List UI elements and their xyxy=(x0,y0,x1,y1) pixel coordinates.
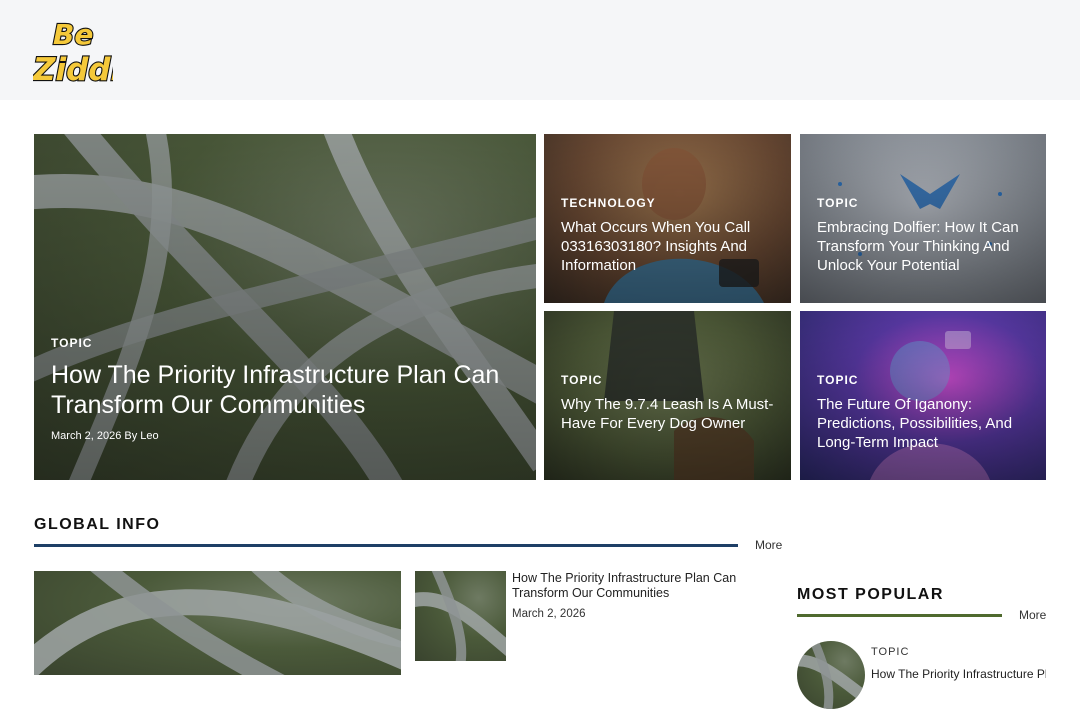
logo-line-1: Be xyxy=(53,18,93,51)
global-list-title[interactable]: How The Priority Infrastructure Plan Can… xyxy=(512,571,752,601)
most-popular-more-link[interactable]: More xyxy=(1019,608,1046,622)
most-popular-rule xyxy=(797,614,1002,617)
site-logo[interactable]: Be Ziddi xyxy=(31,14,123,89)
grid-title-4[interactable]: The Future Of Iganony: Predictions, Poss… xyxy=(817,395,1032,452)
grid-category-3[interactable]: TOPIC xyxy=(561,373,777,387)
popular-item-title[interactable]: How The Priority Infrastructure Plan Can… xyxy=(871,667,1046,681)
most-popular-heading: MOST POPULAR xyxy=(797,586,944,603)
hero-card[interactable]: TOPIC How The Priority Infrastructure Pl… xyxy=(34,134,536,480)
grid-category-2[interactable]: TOPIC xyxy=(817,196,1032,210)
site-header: Be Ziddi xyxy=(0,0,1080,100)
global-info-rule xyxy=(34,544,738,547)
grid-card-leash[interactable]: TOPIC Why The 9.7.4 Leash Is A Must-Have… xyxy=(544,311,791,480)
hero-meta: March 2, 2026 By Leo xyxy=(51,430,159,442)
global-list-thumb[interactable] xyxy=(415,571,506,661)
grid-card-iganony[interactable]: TOPIC The Future Of Iganony: Predictions… xyxy=(800,311,1046,480)
grid-title-2[interactable]: Embracing Dolfier: How It Can Transform … xyxy=(817,218,1032,275)
grid-card-dolfier[interactable]: TOPIC Embracing Dolfier: How It Can Tran… xyxy=(800,134,1046,303)
popular-item-avatar[interactable] xyxy=(797,641,865,709)
global-feature-image[interactable] xyxy=(34,571,401,675)
grid-category-4[interactable]: TOPIC xyxy=(817,373,1032,387)
grid-category-1[interactable]: TECHNOLOGY xyxy=(561,196,777,210)
hero-category[interactable]: TOPIC xyxy=(51,336,522,350)
hero-title[interactable]: How The Priority Infrastructure Plan Can… xyxy=(51,360,522,420)
popular-item-category[interactable]: TOPIC xyxy=(871,646,909,658)
logo-line-2: Ziddi xyxy=(33,52,113,86)
global-info-more-link[interactable]: More xyxy=(755,538,782,552)
grid-card-technology[interactable]: TECHNOLOGY What Occurs When You Call 033… xyxy=(544,134,791,303)
grid-title-1[interactable]: What Occurs When You Call 03316303180? I… xyxy=(561,218,777,275)
grid-title-3[interactable]: Why The 9.7.4 Leash Is A Must-Have For E… xyxy=(561,395,777,433)
global-list-date: March 2, 2026 xyxy=(512,608,586,620)
global-info-heading: GLOBAL INFO xyxy=(34,516,161,533)
